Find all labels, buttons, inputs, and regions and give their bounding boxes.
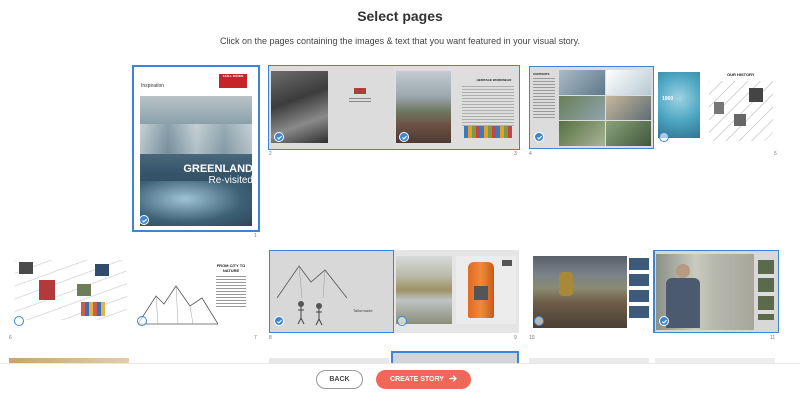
page-number: 11: [770, 335, 776, 341]
year-label: 1960: [662, 96, 674, 102]
page-number: 2: [269, 151, 272, 157]
jacket-photo: [456, 256, 516, 324]
page-thumbnail-5[interactable]: 1960 OUR HISTORY: [654, 66, 779, 149]
create-story-button[interactable]: CREATE STORY: [376, 370, 471, 389]
cover-section-label: Inspiration: [141, 83, 165, 89]
photo-grid: [559, 70, 651, 146]
mountain-sketch: [138, 285, 218, 325]
check-icon[interactable]: [659, 316, 669, 326]
page-spread-4-5[interactable]: CONTENTS 1960 OUR HISTORY: [529, 66, 779, 149]
check-icon[interactable]: [534, 132, 544, 142]
page-spread-6-7[interactable]: FROM CITY TO NATURE: [9, 250, 259, 333]
page-number: 4: [529, 151, 532, 157]
footer-bar: BACK CREATE STORY: [0, 363, 800, 400]
page-number: 1: [254, 233, 257, 239]
page-thumbnail-8[interactable]: Tailormade: [269, 250, 395, 333]
cover-subhead: Re-visited: [208, 175, 253, 186]
check-icon[interactable]: [139, 215, 149, 225]
check-icon[interactable]: [274, 316, 284, 326]
spread-heading: FROM CITY TO NATURE: [216, 263, 246, 273]
select-circle-icon[interactable]: [534, 316, 544, 326]
select-circle-icon[interactable]: [659, 132, 669, 142]
page-thumbnail-3[interactable]: HERITAGE WORKWEAR: [394, 66, 519, 149]
page-number: 10: [529, 335, 535, 341]
page-number: 6: [9, 335, 12, 341]
product-swatches: [464, 126, 512, 138]
history-photo: [658, 72, 700, 138]
page-title: Select pages: [357, 8, 443, 24]
brand-logo-small: [354, 88, 366, 94]
page-thumbnail-9[interactable]: [394, 250, 519, 333]
page-number: 3: [514, 151, 517, 157]
history-heading: OUR HISTORY: [727, 72, 755, 77]
check-icon[interactable]: [399, 132, 409, 142]
spread-heading: HERITAGE WORKWEAR: [476, 78, 512, 82]
page-number: 8: [269, 335, 272, 341]
page-thumbnail-1[interactable]: Inspiration FJÄLL RÄVEN GREENLAND Re-vis…: [132, 65, 260, 232]
page-thumbnail-10[interactable]: [529, 250, 654, 333]
page-number: 5: [774, 151, 777, 157]
create-story-label: CREATE STORY: [390, 376, 444, 383]
contents-heading: CONTENTS: [533, 72, 550, 76]
page-spread-8-9[interactable]: Tailormade: [269, 250, 519, 333]
page-spread-2-3[interactable]: HERITAGE WORKWEAR: [268, 65, 520, 150]
select-circle-icon[interactable]: [397, 316, 407, 326]
camp-photo: [533, 256, 627, 328]
select-circle-icon[interactable]: [137, 316, 147, 326]
page-number: 7: [254, 335, 257, 341]
page-thumbnail-7[interactable]: FROM CITY TO NATURE: [134, 250, 259, 333]
page-caption: Tailormade: [353, 308, 373, 313]
page-spread-10-11[interactable]: [529, 250, 779, 333]
page-subtitle: Click on the pages containing the images…: [219, 36, 581, 46]
cover-photo: [140, 96, 252, 226]
page-thumbnail-11[interactable]: [653, 250, 779, 333]
select-circle-icon[interactable]: [14, 316, 24, 326]
lake-photo: [396, 256, 452, 324]
check-icon[interactable]: [274, 132, 284, 142]
back-button[interactable]: BACK: [316, 370, 363, 389]
page-thumbnail-4[interactable]: CONTENTS: [529, 66, 655, 149]
brand-logo: FJÄLL RÄVEN: [219, 74, 247, 88]
hiker-sketch: [277, 265, 347, 326]
arrow-right-icon: [448, 375, 457, 384]
page-thumbnail-2[interactable]: [269, 66, 394, 149]
page-number: 9: [514, 335, 517, 341]
page-thumbnail-6[interactable]: [9, 250, 134, 333]
cover-headline: GREENLAND: [183, 163, 253, 175]
